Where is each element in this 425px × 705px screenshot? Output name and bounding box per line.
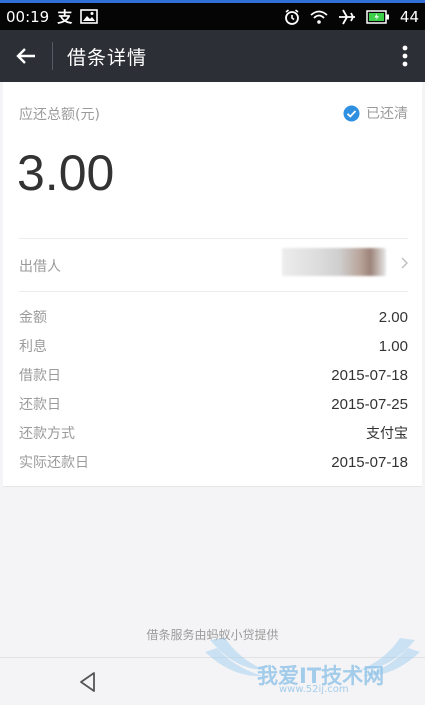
alarm-icon (284, 8, 300, 25)
detail-row-repay-date: 还款日 2015-07-25 (19, 394, 408, 414)
wifi-icon (310, 10, 328, 24)
image-notification-icon (80, 9, 99, 24)
page-title: 借条详情 (67, 46, 148, 69)
site-watermark: 我爱IT技术网 www.52ij.com (205, 630, 420, 700)
detail-row-actual-repay-date: 实际还款日 2015-07-18 (19, 452, 408, 472)
amount-due-label: 应还总额(元) (19, 107, 100, 123)
app-bar: 借条详情 (0, 30, 425, 82)
loan-detail-card: 应还总额(元) 已还清 3.00 出借人 金额 2.00 利息 1.00 借款日… (3, 82, 422, 487)
watermark-url: www.52ij.com (279, 684, 349, 695)
detail-row-principal: 金额 2.00 (19, 307, 408, 327)
repaid-status-text: 已还清 (366, 106, 408, 122)
status-time: 00:19 (6, 7, 50, 26)
app-bar-divider (52, 42, 53, 70)
status-bar: 00:19 支 44 (0, 3, 425, 30)
alipay-notification-icon: 支 (57, 8, 73, 26)
airplane-mode-icon (338, 9, 356, 25)
more-vert-icon (402, 45, 408, 67)
detail-row-repay-method: 还款方式 支付宝 (19, 423, 408, 443)
repaid-status: 已还清 (343, 103, 408, 123)
back-arrow-icon (16, 48, 35, 64)
detail-label: 还款日 (19, 397, 61, 413)
battery-icon (366, 9, 390, 24)
check-circle-icon (343, 105, 360, 121)
lender-label: 出借人 (19, 259, 61, 275)
nav-back-triangle-icon (80, 672, 95, 692)
detail-value: 2.00 (378, 308, 408, 326)
detail-row-interest: 利息 1.00 (19, 336, 408, 356)
detail-value: 2015-07-18 (331, 366, 408, 384)
detail-value: 1.00 (378, 337, 408, 355)
detail-label: 金额 (19, 310, 47, 326)
detail-value: 2015-07-18 (331, 453, 408, 471)
detail-label: 借款日 (19, 368, 61, 384)
back-button[interactable] (0, 30, 52, 82)
more-options-button[interactable] (385, 30, 425, 82)
lender-name-redacted (282, 248, 386, 276)
detail-value: 支付宝 (366, 426, 408, 442)
nav-back-button[interactable] (76, 670, 100, 694)
card-bottom-border (3, 486, 422, 487)
divider (19, 291, 408, 292)
amount-due-value: 3.00 (17, 145, 115, 201)
detail-value: 2015-07-25 (331, 395, 408, 413)
detail-label: 还款方式 (19, 426, 75, 442)
detail-label: 利息 (19, 339, 47, 355)
battery-level: 44 (399, 7, 419, 26)
divider (19, 238, 408, 239)
detail-row-borrow-date: 借款日 2015-07-18 (19, 365, 408, 385)
chevron-right-icon (401, 257, 408, 273)
detail-label: 实际还款日 (19, 455, 89, 471)
